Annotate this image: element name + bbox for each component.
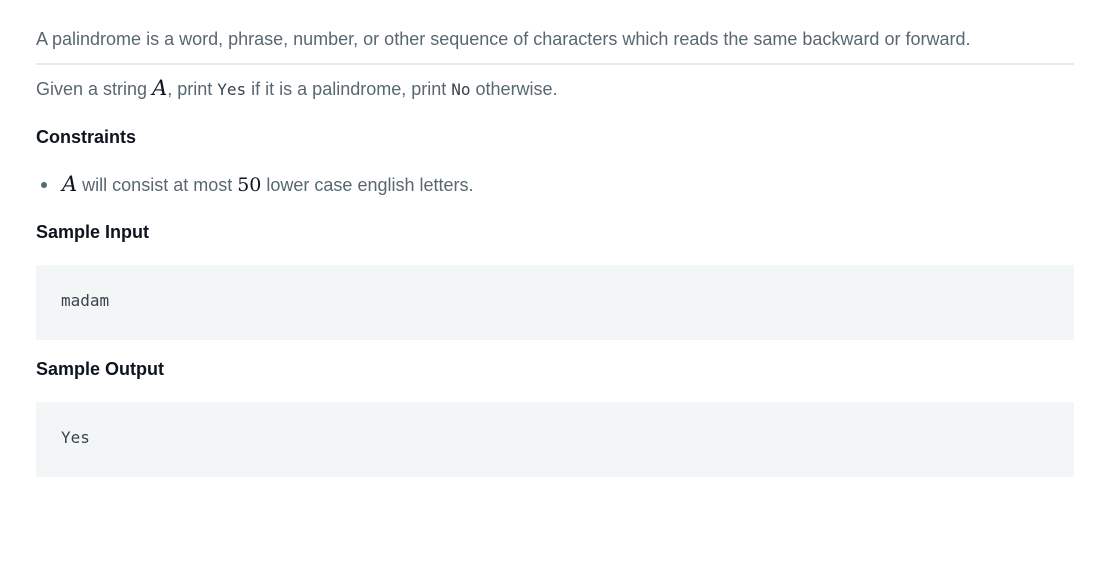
- task-suffix: otherwise.: [470, 79, 558, 99]
- sample-input-heading: Sample Input: [36, 222, 150, 242]
- sample-input-block: madam: [36, 265, 1074, 340]
- divider: [36, 63, 1074, 65]
- bullet-icon: [41, 182, 47, 188]
- inline-code-no: No: [451, 80, 471, 99]
- task-prefix: Given a string: [36, 79, 153, 99]
- constraints-list: A will consist at most 50 lower case eng…: [36, 172, 474, 197]
- task-mid2: if it is a palindrome, print: [246, 79, 452, 99]
- constraints-heading: Constraints: [36, 127, 137, 147]
- constraint-text: lower case english letters.: [261, 175, 474, 195]
- constraint-text: will consist at most: [77, 175, 238, 195]
- constraint-item: A will consist at most 50 lower case eng…: [36, 172, 474, 197]
- math-variable: A: [152, 76, 168, 100]
- math-number: 50: [237, 174, 262, 196]
- sample-output-block: Yes: [36, 402, 1074, 477]
- math-variable: A: [62, 172, 78, 196]
- inline-code-yes: Yes: [217, 80, 247, 99]
- task-description: Given a string A, print Yes if it is a p…: [36, 76, 558, 102]
- problem-page: A palindrome is a word, phrase, number, …: [0, 0, 1111, 578]
- task-mid1: , print: [167, 79, 218, 99]
- sample-output-code: Yes: [61, 428, 90, 447]
- sample-input-code: madam: [61, 291, 110, 310]
- problem-intro: A palindrome is a word, phrase, number, …: [36, 29, 971, 49]
- sample-output-heading: Sample Output: [36, 359, 165, 379]
